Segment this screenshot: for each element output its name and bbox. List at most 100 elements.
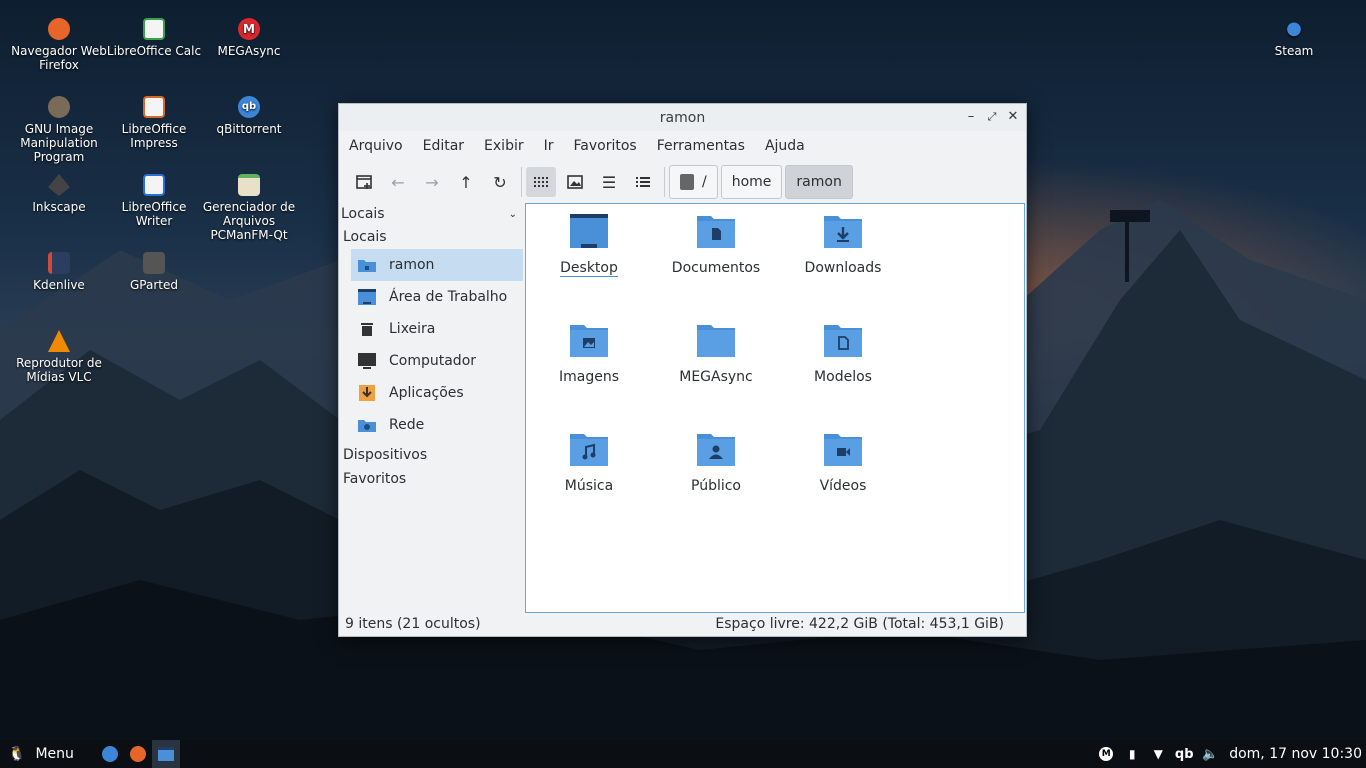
vlc-icon [48, 330, 70, 352]
reload-button[interactable]: ↻ [485, 167, 515, 197]
back-button[interactable]: ← [383, 167, 413, 197]
new-tab-icon [356, 175, 372, 189]
arrow-right-icon: → [425, 172, 439, 192]
window-title: ramon [659, 110, 706, 126]
status-item-count: 9 itens (21 ocultos) [345, 616, 481, 632]
file-item[interactable]: Vídeos [788, 430, 898, 494]
videos-folder-icon [823, 430, 863, 468]
title-bar[interactable]: ramon – ⤢ ✕ [339, 104, 1026, 131]
kdenlive-icon [48, 252, 70, 274]
detailed-view-button[interactable] [628, 167, 658, 197]
desktop-icon-firefox[interactable]: Navegador Web Firefox [9, 18, 109, 72]
menu-arquivo[interactable]: Arquivo [349, 138, 403, 154]
desktop-icon-libreoffice-calc[interactable]: LibreOffice Calc [104, 18, 204, 58]
file-item[interactable]: Música [534, 430, 644, 494]
desktop-icon-inkscape[interactable]: Inkscape [9, 174, 109, 214]
tray-wifi[interactable]: ▼ [1145, 740, 1171, 768]
desktop-folder-icon [569, 212, 609, 250]
desktop-icon [357, 288, 377, 306]
tray-volume[interactable]: 🔈 [1197, 740, 1223, 768]
music-folder-icon [569, 430, 609, 468]
up-button[interactable]: ↑ [451, 167, 481, 197]
desktop-icon-qbittorrent[interactable]: qb qBittorrent [199, 96, 299, 136]
file-item[interactable]: MEGAsync [661, 321, 771, 385]
maximize-button[interactable]: ⤢ [984, 109, 1000, 125]
file-item[interactable]: Downloads [788, 212, 898, 276]
new-tab-button[interactable] [349, 167, 379, 197]
desktop-icon-file-manager[interactable]: Gerenciador de Arquivos PCManFM-Qt [199, 174, 299, 242]
path-segment-ramon[interactable]: ramon [785, 165, 853, 199]
menu-ferramentas[interactable]: Ferramentas [657, 138, 745, 154]
file-item[interactable]: Desktop [534, 212, 644, 277]
templates-folder-icon [823, 321, 863, 359]
qbittorrent-icon [101, 746, 118, 762]
taskbar-firefox[interactable] [124, 740, 152, 768]
sidebar-section-locais[interactable]: Locais [339, 225, 525, 249]
file-item[interactable]: Modelos [788, 321, 898, 385]
computer-icon [357, 352, 377, 370]
taskbar: 🐧 Menu M ▮ ▼ qb 🔈 dom, 17 nov 10:30 [0, 740, 1366, 768]
path-root-button[interactable]: / [669, 165, 718, 199]
icon-view-button[interactable] [526, 167, 556, 197]
sidebar-item-computador[interactable]: Computador [351, 345, 523, 377]
start-menu-button[interactable]: 🐧 Menu [0, 740, 82, 768]
reload-icon: ↻ [493, 172, 507, 192]
desktop-icon-libreoffice-writer[interactable]: LibreOffice Writer [104, 174, 204, 228]
sidebar-section-favoritos[interactable]: Favoritos [339, 467, 525, 491]
desktop-icon-gparted[interactable]: GParted [104, 252, 204, 292]
sidebar: Locais ⌄ Locais ramon Área de Trabalho L… [339, 203, 525, 613]
compact-view-button[interactable]: ☰ [594, 167, 624, 197]
file-item[interactable]: Imagens [534, 321, 644, 385]
trash-icon [357, 320, 377, 338]
status-free-space: Espaço livre: 422,2 GiB (Total: 453,1 Gi… [715, 616, 1004, 632]
clock[interactable]: dom, 17 nov 10:30 [1223, 740, 1366, 768]
file-item[interactable]: Documentos [661, 212, 771, 276]
thumbnail-view-button[interactable] [560, 167, 590, 197]
inkscape-icon [48, 174, 70, 196]
status-bar: 9 itens (21 ocultos) Espaço livre: 422,2… [339, 612, 1026, 636]
toolbar-separator [664, 167, 665, 197]
desktop-icon-libreoffice-impress[interactable]: LibreOffice Impress [104, 96, 204, 150]
menu-exibir[interactable]: Exibir [484, 138, 524, 154]
menu-ajuda[interactable]: Ajuda [765, 138, 805, 154]
menu-favoritos[interactable]: Favoritos [574, 138, 637, 154]
qbittorrent-icon: qb [238, 96, 260, 118]
desktop-icon-vlc[interactable]: Reprodutor de Mídias VLC [9, 330, 109, 384]
sidebar-item-aplicacoes[interactable]: Aplicações [351, 377, 523, 409]
minimize-button[interactable]: – [963, 109, 979, 125]
tray-battery[interactable]: ▮ [1119, 740, 1145, 768]
menu-editar[interactable]: Editar [423, 138, 464, 154]
libreoffice-calc-icon [143, 18, 165, 40]
megasync-icon: M [1099, 747, 1114, 761]
sidebar-mode-select[interactable]: Locais ⌄ [339, 203, 525, 225]
toolbar-separator [521, 167, 522, 197]
sidebar-item-rede[interactable]: Rede [351, 409, 523, 441]
steam-icon: ● [1286, 18, 1302, 39]
image-icon [567, 175, 583, 189]
file-item[interactable]: Público [661, 430, 771, 494]
applications-icon [357, 384, 377, 402]
close-button[interactable]: ✕ [1005, 109, 1021, 125]
desktop-icon-kdenlive[interactable]: Kdenlive [9, 252, 109, 292]
desktop-icon-gimp[interactable]: GNU Image Manipulation Program [9, 96, 109, 164]
grid-icon [534, 177, 548, 187]
list-detail-icon [636, 177, 650, 187]
desktop-icon-megasync[interactable]: M MEGAsync [199, 18, 299, 58]
tray-megasync[interactable]: M [1093, 740, 1119, 768]
forward-button[interactable]: → [417, 167, 447, 197]
path-segment-home[interactable]: home [720, 165, 783, 199]
desktop-icon-steam[interactable]: ● Steam [1244, 18, 1344, 59]
file-view[interactable]: Desktop Documentos Downloads Imagens MEG… [525, 203, 1025, 613]
sidebar-item-area-de-trabalho[interactable]: Área de Trabalho [351, 281, 523, 313]
tux-icon: 🐧 [8, 746, 26, 762]
list-compact-icon: ☰ [601, 172, 617, 192]
menu-ir[interactable]: Ir [544, 138, 554, 154]
tray-qbittorrent[interactable]: qb [1171, 740, 1197, 768]
sidebar-item-ramon[interactable]: ramon [351, 249, 523, 281]
pictures-folder-icon [569, 321, 609, 359]
taskbar-file-manager[interactable] [151, 740, 180, 768]
sidebar-item-lixeira[interactable]: Lixeira [351, 313, 523, 345]
taskbar-qbittorrent[interactable] [96, 740, 124, 768]
file-manager-window: ramon – ⤢ ✕ Arquivo Editar Exibir Ir Fav… [338, 103, 1027, 637]
sidebar-section-dispositivos[interactable]: Dispositivos [339, 443, 525, 467]
